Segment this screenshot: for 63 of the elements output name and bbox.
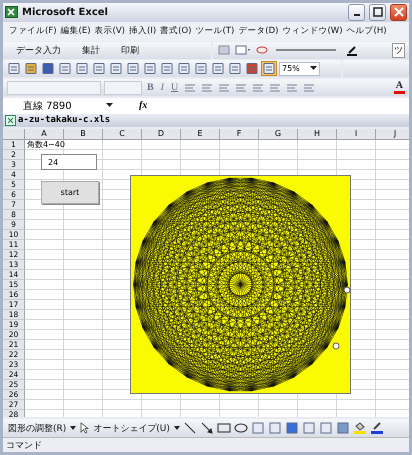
- menu-item[interactable]: ファイル(F): [7, 25, 59, 38]
- oval-icon[interactable]: [234, 422, 248, 434]
- insert-function-button[interactable]: fx: [139, 100, 159, 112]
- close-icon: [394, 7, 404, 18]
- toolbar-button[interactable]: データ入力: [7, 44, 70, 57]
- close-button[interactable]: [390, 4, 407, 21]
- pointer-icon[interactable]: [79, 422, 90, 434]
- column-header[interactable]: C: [103, 128, 142, 140]
- minimize-icon: [354, 14, 360, 16]
- caret-icon: [310, 66, 317, 72]
- italic-button[interactable]: I: [158, 82, 166, 94]
- selection-handle[interactable]: [344, 286, 350, 294]
- menu-item[interactable]: データ(D): [236, 25, 280, 38]
- excel-logo-icon: [5, 6, 18, 18]
- workbook-title: a-zu-takaku-c.xls: [18, 115, 110, 126]
- menu-item[interactable]: ヘルプ(H): [344, 25, 389, 38]
- column-header[interactable]: D: [142, 128, 181, 140]
- menu-item[interactable]: ツール(T): [193, 25, 236, 38]
- caret-icon: [106, 103, 113, 108]
- toolbar-background: [343, 60, 409, 78]
- cell-text: 角数4~40: [27, 140, 65, 150]
- zoom-dropdown[interactable]: 75%: [279, 62, 320, 76]
- menu-item[interactable]: 表示(V): [92, 25, 127, 38]
- column-header[interactable]: J: [376, 128, 409, 140]
- align-left-icon[interactable]: [183, 82, 198, 94]
- underline-button[interactable]: U: [169, 82, 180, 94]
- column-header[interactable]: H: [298, 128, 337, 140]
- caret-icon[interactable]: [174, 426, 180, 430]
- line-color-icon[interactable]: [370, 422, 384, 434]
- bold-button[interactable]: B: [145, 82, 156, 94]
- shape-icon[interactable]: [217, 44, 231, 56]
- name-box[interactable]: 直線 7890: [3, 98, 123, 113]
- fill-bucket-icon[interactable]: [352, 422, 367, 434]
- column-header[interactable]: B: [64, 128, 103, 140]
- column-header[interactable]: E: [181, 128, 220, 140]
- draw-menu[interactable]: 図形の調整(R): [7, 422, 68, 435]
- toolbar-button[interactable]: 印刷: [112, 44, 148, 57]
- maximize-button[interactable]: [369, 4, 386, 21]
- menu-item[interactable]: 挿入(I): [127, 25, 158, 38]
- minimize-button[interactable]: [348, 4, 365, 21]
- maximize-icon: [372, 7, 382, 18]
- column-header[interactable]: F: [220, 128, 259, 140]
- column-header[interactable]: I: [337, 128, 376, 140]
- menu-item[interactable]: ウィンドウ(W): [280, 25, 345, 38]
- font-color-button[interactable]: A: [394, 81, 405, 94]
- text-box[interactable]: 24: [41, 154, 97, 170]
- toolbar-label: ツ: [392, 42, 405, 58]
- line-icon[interactable]: [182, 422, 197, 434]
- column-header[interactable]: A: [25, 128, 64, 140]
- status-text: コマンド: [6, 440, 42, 452]
- pen-icon[interactable]: [345, 44, 359, 56]
- workbook-icon: [5, 114, 16, 126]
- column-header[interactable]: G: [259, 128, 298, 140]
- window-title: Microsoft Excel: [22, 6, 108, 18]
- arrow-icon[interactable]: [200, 422, 214, 434]
- start-button[interactable]: start: [41, 180, 99, 204]
- autoshapes-menu[interactable]: オートシェイプ(U): [92, 422, 171, 435]
- selection-handle[interactable]: [332, 342, 340, 350]
- menu-item[interactable]: 書式(O): [158, 25, 194, 38]
- rectangle-icon[interactable]: [216, 422, 231, 434]
- menu-item[interactable]: 編集(E): [58, 25, 93, 38]
- toolbar-button[interactable]: 集計: [73, 44, 109, 57]
- caret-icon[interactable]: [70, 426, 76, 430]
